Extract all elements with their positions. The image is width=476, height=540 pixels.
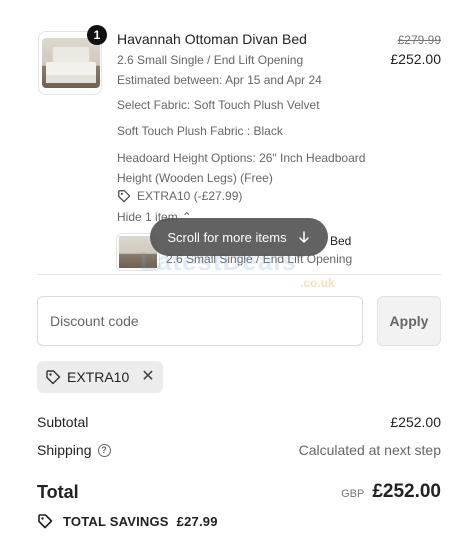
shipping-value: Calculated at next step xyxy=(298,442,441,458)
watermark-suffix: .co.uk xyxy=(300,276,335,290)
discount-chip: EXTRA10 ✕ xyxy=(37,361,163,393)
scroll-more-label: Scroll for more items xyxy=(167,229,287,245)
product-variant: 2.6 Small Single / End Lift Opening xyxy=(117,53,304,67)
product-title: Havannah Ottoman Divan Bed xyxy=(117,31,307,47)
tag-icon xyxy=(118,190,131,203)
savings-value: £27.99 xyxy=(176,513,218,529)
arrow-down-icon xyxy=(298,231,309,243)
subtotal-row: Subtotal £252.00 xyxy=(37,414,441,430)
remove-discount-icon[interactable]: ✕ xyxy=(141,369,154,385)
section-divider xyxy=(37,274,441,275)
original-price: £279.99 xyxy=(397,33,441,47)
savings-tag-icon xyxy=(38,514,53,529)
shipping-row: Shipping ? Calculated at next step xyxy=(37,442,441,458)
fabric-color-option: Soft Touch Plush Fabric : Black xyxy=(117,124,283,138)
help-icon[interactable]: ? xyxy=(97,443,111,457)
second-item-title: Bed xyxy=(330,234,352,248)
shipping-label: Shipping xyxy=(37,442,92,458)
subtotal-value: £252.00 xyxy=(390,414,441,430)
item-discount-label: EXTRA10 (-£27.99) xyxy=(137,189,243,203)
fabric-option: Select Fabric: Soft Touch Plush Velvet xyxy=(117,98,320,112)
delivery-estimate: Estimated between: Apr 15 and Apr 24 xyxy=(117,73,322,87)
headboard-option-line1: Headoard Height Options: 26" Inch Headbo… xyxy=(117,151,366,165)
total-value: £252.00 xyxy=(372,481,441,502)
tag-icon xyxy=(46,370,61,385)
total-savings: TOTAL SAVINGS £27.99 xyxy=(37,513,218,529)
currency-code: GBP xyxy=(341,488,365,500)
apply-button[interactable]: Apply xyxy=(377,296,441,346)
subtotal-label: Subtotal xyxy=(37,414,89,430)
item-price: £252.00 xyxy=(390,51,441,67)
item-discount: EXTRA10 (-£27.99) xyxy=(117,189,242,203)
savings-label: TOTAL SAVINGS xyxy=(63,513,169,529)
headboard-option-line2: Height (Wooden Legs) (Free) xyxy=(117,171,273,185)
discount-chip-label: EXTRA10 xyxy=(67,369,130,385)
quantity-badge: 1 xyxy=(87,25,107,45)
total-label: Total xyxy=(37,481,79,502)
scroll-more-button[interactable]: Scroll for more items xyxy=(150,218,328,256)
total-row: Total GBP £252.00 xyxy=(37,481,441,503)
discount-code-input[interactable] xyxy=(37,296,363,346)
bed-image xyxy=(42,38,100,88)
